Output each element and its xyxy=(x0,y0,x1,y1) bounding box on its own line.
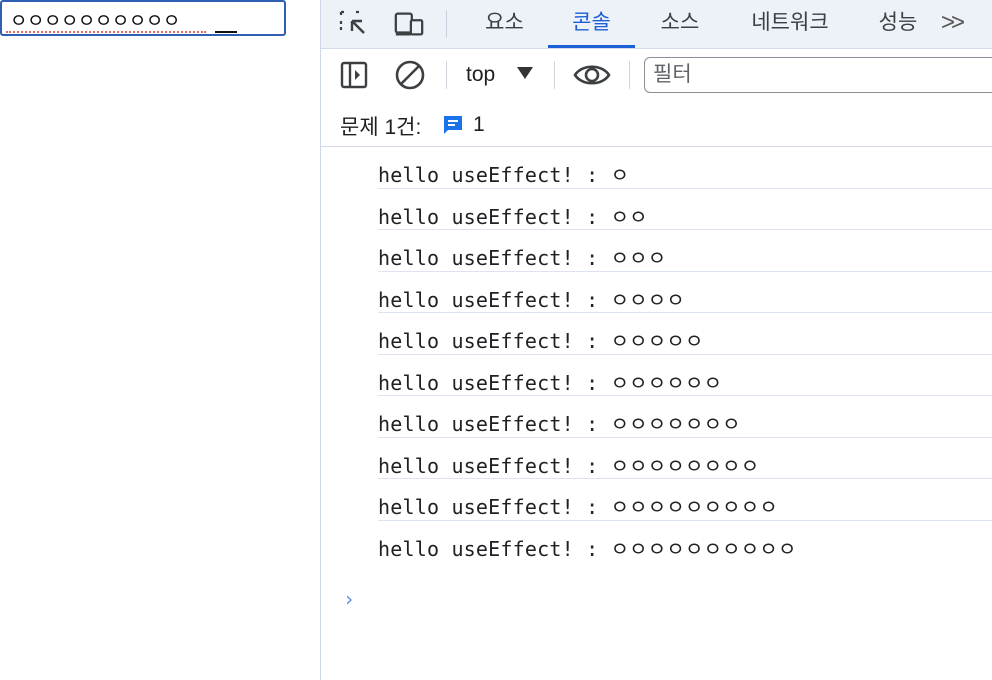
console-log-row: hello useEffect! : ㅇㅇㅇ xyxy=(378,230,992,272)
tab-elements[interactable]: 요소 xyxy=(461,0,548,48)
console-log-row: hello useEffect! : ㅇㅇㅇㅇㅇ xyxy=(378,313,992,355)
console-log-row: hello useEffect! : ㅇ xyxy=(378,147,992,189)
tab-console[interactable]: 콘솔 xyxy=(548,0,635,48)
tab-bar-separator xyxy=(446,10,447,38)
context-selector-label: top xyxy=(466,63,496,86)
more-tabs-button[interactable]: >> xyxy=(941,0,965,48)
text-input-value: ㅇㅇㅇㅇㅇㅇㅇㅇㅇㅇ xyxy=(10,10,180,32)
toolbar-separator xyxy=(446,61,447,89)
dropdown-arrow-icon xyxy=(517,67,533,79)
console-log-row: hello useEffect! : ㅇㅇㅇㅇㅇㅇㅇ xyxy=(378,396,992,438)
console-log-text: hello useEffect! : ㅇㅇㅇㅇㅇㅇㅇㅇㅇ xyxy=(378,495,778,519)
tab-label: 성능 xyxy=(878,11,918,34)
console-log-row: hello useEffect! : ㅇㅇㅇㅇㅇㅇㅇㅇㅇ xyxy=(378,479,992,521)
message-icon xyxy=(444,116,462,134)
tab-label: 소스 xyxy=(660,11,700,34)
sidebar-toggle-icon[interactable] xyxy=(337,59,371,91)
console-log-text: hello useEffect! : ㅇㅇㅇㅇㅇㅇㅇㅇㅇㅇ xyxy=(378,536,797,561)
devtools-tab-bar: 요소 콘솔 소스 네트워크 성능 >> xyxy=(321,0,992,49)
issues-label: 문제 1건: xyxy=(340,116,422,139)
device-toolbar-icon[interactable] xyxy=(393,8,425,40)
tab-label: 요소 xyxy=(485,11,524,34)
tab-label: 콘솔 xyxy=(572,11,611,34)
filter-input[interactable] xyxy=(644,57,992,93)
console-log-row: hello useEffect! : ㅇㅇ xyxy=(378,189,992,230)
issues-count: 1 xyxy=(473,113,485,136)
live-expression-eye-icon[interactable] xyxy=(571,59,613,91)
console-log-text: hello useEffect! : ㅇㅇ xyxy=(378,204,648,229)
tab-network[interactable]: 네트워크 xyxy=(725,0,855,48)
console-log-row: hello useEffect! : ㅇㅇㅇㅇㅇㅇㅇㅇㅇㅇ xyxy=(378,521,992,563)
console-log-text: hello useEffect! : ㅇㅇㅇㅇㅇㅇㅇ xyxy=(378,412,741,436)
console-log-text: hello useEffect! : ㅇㅇㅇㅇㅇㅇ xyxy=(378,370,723,395)
issues-button[interactable]: 1 xyxy=(441,111,485,139)
tab-sources[interactable]: 소스 xyxy=(635,0,725,48)
devtools-panel: 요소 콘솔 소스 네트워크 성능 >> top 필터 문제 1건: 1 hell… xyxy=(321,0,992,680)
console-toolbar: top xyxy=(321,49,992,102)
tab-label: 네트워크 xyxy=(751,11,829,34)
console-log-row: hello useEffect! : ㅇㅇㅇㅇㅇㅇ xyxy=(378,355,992,396)
toolbar-separator xyxy=(629,61,630,89)
toolbar-separator xyxy=(554,61,555,89)
clear-console-icon[interactable] xyxy=(393,59,427,91)
spellcheck-underline xyxy=(6,31,206,33)
tab-performance[interactable]: 성능 xyxy=(855,0,941,48)
console-log-row: hello useEffect! : ㅇㅇㅇㅇ xyxy=(378,272,992,313)
console-output: hello useEffect! : ㅇ hello useEffect! : … xyxy=(321,147,992,562)
console-prompt[interactable]: › xyxy=(343,587,355,611)
ime-composition-underline xyxy=(215,31,237,33)
issues-bar: 문제 1건: 1 xyxy=(321,102,992,147)
text-input[interactable]: ㅇㅇㅇㅇㅇㅇㅇㅇㅇㅇ xyxy=(0,0,286,36)
console-log-row: hello useEffect! : ㅇㅇㅇㅇㅇㅇㅇㅇ xyxy=(378,438,992,479)
console-log-text: hello useEffect! : ㅇㅇㅇㅇㅇㅇㅇㅇ xyxy=(378,453,760,478)
inspect-element-icon[interactable] xyxy=(337,8,369,40)
page-viewport: ㅇㅇㅇㅇㅇㅇㅇㅇㅇㅇ xyxy=(0,0,320,680)
console-log-text: hello useEffect! : ㅇㅇㅇㅇㅇ xyxy=(378,329,704,353)
console-log-text: hello useEffect! : ㅇㅇㅇ xyxy=(378,246,667,270)
console-log-text: hello useEffect! : ㅇㅇㅇㅇ xyxy=(378,287,685,312)
active-tab-indicator xyxy=(548,45,635,48)
console-log-text: hello useEffect! : ㅇ xyxy=(378,163,630,187)
